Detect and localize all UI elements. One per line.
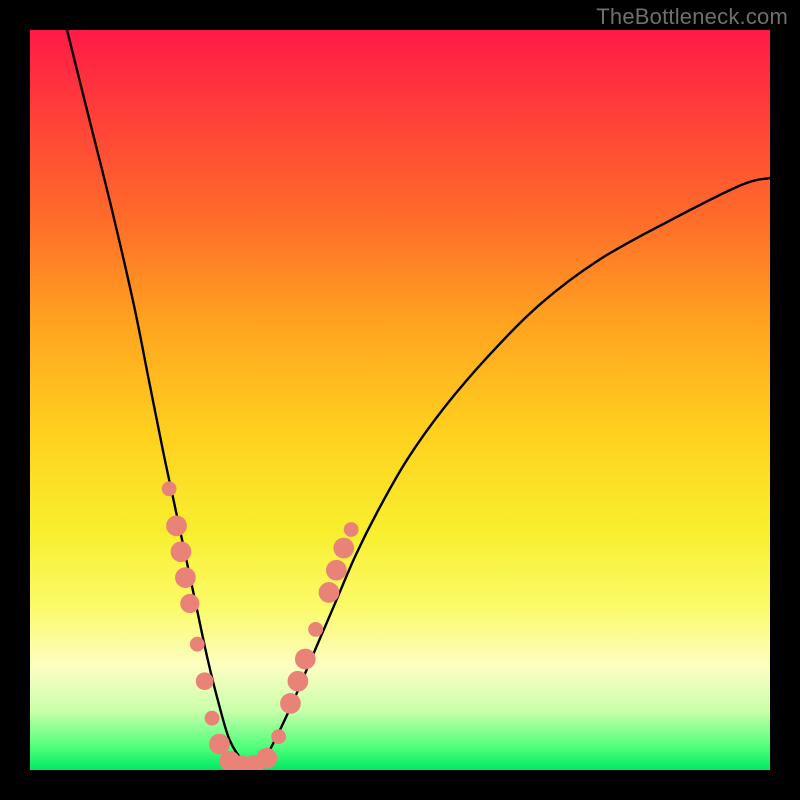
bottleneck-curve — [67, 30, 770, 767]
curve-marker — [326, 560, 347, 581]
plot-area — [30, 30, 770, 770]
curve-markers — [162, 481, 359, 770]
curve-marker — [171, 541, 192, 562]
curve-marker — [190, 637, 205, 652]
curve-marker — [280, 693, 301, 714]
curve-marker — [166, 515, 187, 536]
curve-marker — [344, 522, 359, 537]
chart-frame: TheBottleneck.com — [0, 0, 800, 800]
plot-svg — [30, 30, 770, 770]
curve-marker — [295, 649, 316, 670]
curve-marker — [333, 538, 354, 559]
curve-marker — [271, 729, 286, 744]
curve-marker — [162, 481, 177, 496]
curve-marker — [288, 671, 309, 692]
curve-marker — [256, 748, 277, 769]
curve-marker — [205, 711, 220, 726]
curve-marker — [180, 594, 199, 613]
curve-marker — [175, 567, 196, 588]
watermark-text: TheBottleneck.com — [596, 4, 788, 30]
curve-marker — [196, 672, 214, 690]
curve-marker — [319, 582, 340, 603]
curve-marker — [308, 622, 323, 637]
